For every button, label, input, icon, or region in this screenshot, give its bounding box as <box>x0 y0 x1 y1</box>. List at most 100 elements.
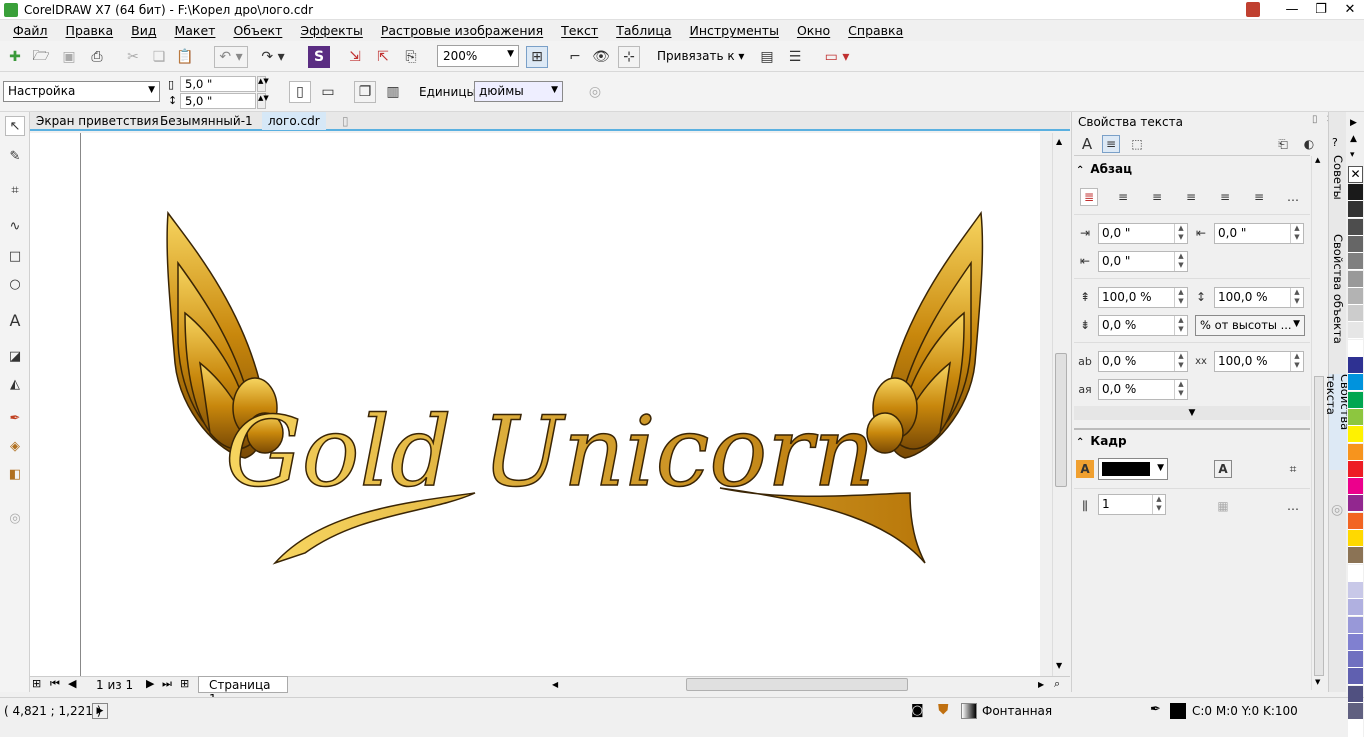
pick-tool-icon[interactable]: ↖ <box>5 116 25 136</box>
options-icon[interactable]: ☰ <box>784 46 806 68</box>
align-right-icon[interactable]: ≡ <box>1182 188 1200 206</box>
add-docker-icon[interactable]: ◎ <box>1331 502 1343 518</box>
scroll-right-icon[interactable]: ▶ <box>1038 677 1044 692</box>
rulers-icon[interactable]: ⌐ <box>564 46 586 68</box>
docker-options-icon[interactable]: ⎗ <box>1274 135 1292 153</box>
ellipse-tool-icon[interactable]: ○ <box>5 274 25 294</box>
copy-icon[interactable]: ❏ <box>148 46 170 68</box>
color-swatch[interactable] <box>1348 391 1363 409</box>
customize-toolbox-icon[interactable]: ◎ <box>5 508 25 528</box>
left-indent-input[interactable]: 0,0 " ▲ ▼ <box>1098 223 1188 244</box>
interactive-fill-tool-icon[interactable]: ◈ <box>5 436 25 456</box>
color-swatch[interactable] <box>1348 616 1363 634</box>
page-width-input[interactable]: 5,0 " <box>180 76 256 92</box>
more-options-icon[interactable]: … <box>1284 497 1302 515</box>
new-tab-icon[interactable]: ▯ <box>336 112 355 130</box>
spinner-icon[interactable]: ▲ ▼ <box>1174 380 1187 399</box>
first-line-indent-input[interactable]: 0,0 " ▲ ▼ <box>1214 223 1304 244</box>
space-before-input[interactable]: 100,0 % ▲ ▼ <box>1098 287 1188 308</box>
tab-untitled-1[interactable]: Безымянный-1 <box>154 112 259 130</box>
palette-scroll-up-icon[interactable]: ▶ <box>1350 118 1357 128</box>
view-icon[interactable]: 👁 <box>590 46 612 68</box>
first-page-icon[interactable]: ⏮ <box>50 677 60 691</box>
align-left-icon[interactable]: ≡ <box>1114 188 1132 206</box>
paragraph-icon[interactable]: ≡ <box>1102 135 1120 153</box>
crop-tool-icon[interactable]: ⌗ <box>5 180 25 200</box>
color-swatch[interactable] <box>1348 184 1363 201</box>
color-swatch[interactable] <box>1348 720 1363 737</box>
welcome-screen-icon[interactable]: ▭ ▾ <box>820 46 854 68</box>
add-page-after-icon[interactable]: ⊞ <box>180 677 189 690</box>
menu-item-11[interactable]: Справка <box>839 23 912 38</box>
page-size-preset-select[interactable]: Настройка ▼ <box>3 81 160 102</box>
spinner-icon[interactable]: ▲ ▼ <box>1290 352 1303 371</box>
text-frame-icon[interactable]: A <box>1214 460 1232 478</box>
cut-icon[interactable]: ✂ <box>122 46 144 68</box>
tab-hints[interactable]: Советы <box>1329 152 1347 202</box>
column-settings-icon[interactable]: ▦ <box>1214 497 1232 515</box>
paste-icon[interactable]: 📋 <box>174 46 196 68</box>
gold-unicorn-text[interactable]: Gold Unicorn <box>224 395 875 509</box>
previous-page-icon[interactable]: ◀ <box>68 677 76 690</box>
drawing-canvas[interactable]: Gold Unicorn <box>30 133 1040 676</box>
menu-item-4[interactable]: Объект <box>224 23 291 38</box>
outline-color-swatch[interactable] <box>1170 703 1186 719</box>
text-tool-icon[interactable]: A <box>5 310 25 330</box>
color-swatch[interactable] <box>1348 305 1363 323</box>
spacing-unit-select[interactable]: % от высоты ... ▼ <box>1195 315 1305 336</box>
spinner-icon[interactable]: ▲ ▼ <box>1290 288 1303 307</box>
spinner-icon[interactable]: ▲ ▼ <box>1152 495 1165 514</box>
tab-welcome-screen[interactable]: Экран приветствия <box>30 112 165 130</box>
snap-to-menu[interactable]: Привязать к ▾ <box>657 49 744 63</box>
width-spinner[interactable]: ▲▼ <box>257 76 269 92</box>
quick-customize-icon[interactable]: ◎ <box>584 81 606 103</box>
color-swatch[interactable] <box>1348 703 1363 720</box>
palette-options-icon[interactable]: ▾ <box>1350 150 1355 160</box>
color-swatch[interactable] <box>1348 530 1363 547</box>
close-button[interactable]: ✕ <box>1335 0 1364 20</box>
color-swatch[interactable] <box>1348 443 1363 461</box>
scroll-up-icon[interactable]: ▲ <box>1056 137 1062 146</box>
color-swatch[interactable] <box>1348 253 1363 271</box>
color-swatch[interactable] <box>1348 495 1363 513</box>
logo-artwork[interactable]: Gold Unicorn <box>30 133 1040 676</box>
word-spacing-input[interactable]: 100,0 % ▲ ▼ <box>1214 351 1304 372</box>
menu-item-5[interactable]: Эффекты <box>291 23 372 38</box>
spinner-icon[interactable]: ▲ ▼ <box>1174 352 1187 371</box>
frame-section-header[interactable]: ⌃ Кадр <box>1076 434 1310 448</box>
status-menu-icon[interactable]: ▶ <box>92 703 108 719</box>
no-color-swatch[interactable]: ✕ <box>1348 166 1363 183</box>
vertical-scroll-thumb[interactable] <box>1055 353 1067 487</box>
drop-shadow-tool-icon[interactable]: ◪ <box>5 346 25 366</box>
color-swatch[interactable] <box>1348 235 1363 253</box>
spinner-icon[interactable]: ▲ ▼ <box>1174 252 1187 271</box>
align-justify-icon[interactable]: ≡ <box>1216 188 1234 206</box>
next-page-icon[interactable]: ▶ <box>146 677 154 690</box>
print-icon[interactable]: ⎙ <box>86 46 108 68</box>
tab-object-properties[interactable]: Свойства объекта <box>1329 234 1347 344</box>
color-swatch[interactable] <box>1348 218 1363 236</box>
guidelines-icon[interactable]: ⊹ <box>618 46 640 68</box>
minimize-button[interactable]: — <box>1277 0 1307 20</box>
color-swatch[interactable] <box>1348 668 1363 686</box>
docker-float-icon[interactable]: ▯ <box>1312 114 1318 125</box>
menu-item-2[interactable]: Вид <box>122 23 165 38</box>
current-page-icon[interactable]: ▥ <box>382 81 404 103</box>
corel-connect-icon[interactable]: S <box>308 46 330 68</box>
align-center-icon[interactable]: ≡ <box>1148 188 1166 206</box>
color-swatch[interactable] <box>1348 270 1363 288</box>
menu-item-8[interactable]: Таблица <box>607 23 680 38</box>
tab-text-properties[interactable]: Свойства текста <box>1324 374 1352 470</box>
frame-icon[interactable]: ⬚ <box>1128 135 1146 153</box>
align-force-justify-icon[interactable]: ≡ <box>1250 188 1268 206</box>
menu-item-9[interactable]: Инструменты <box>681 23 788 38</box>
menu-item-10[interactable]: Окно <box>788 23 839 38</box>
color-swatch[interactable] <box>1348 633 1363 651</box>
spinner-icon[interactable]: ▲ ▼ <box>1174 288 1187 307</box>
scroll-up-icon[interactable]: ▲ <box>1315 156 1320 164</box>
height-spinner[interactable]: ▲▼ <box>257 93 269 109</box>
menu-item-7[interactable]: Текст <box>552 23 607 38</box>
more-options-icon[interactable]: … <box>1284 188 1302 206</box>
docker-scroll-thumb[interactable] <box>1314 376 1324 676</box>
transparency-tool-icon[interactable]: ◭ <box>5 374 25 394</box>
